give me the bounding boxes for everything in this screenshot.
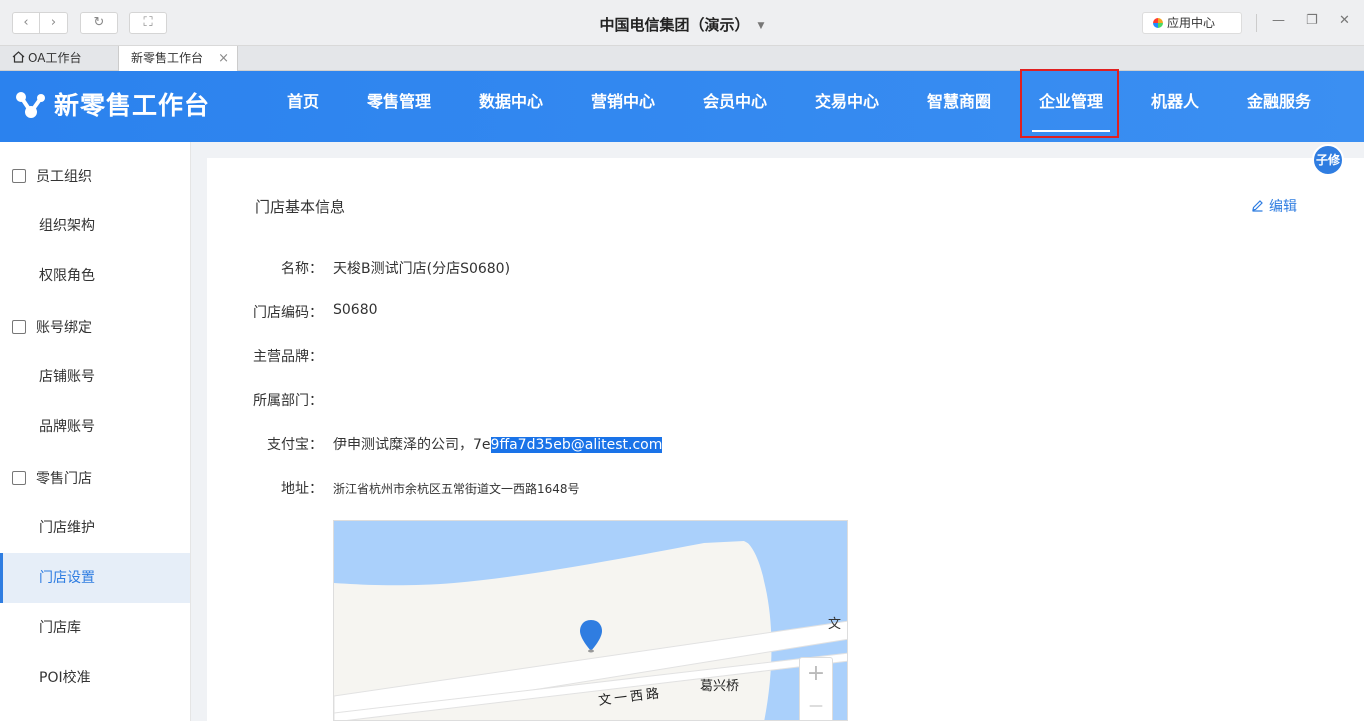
window-title-text: 中国电信集团（演示） <box>599 16 750 34</box>
map-canvas <box>334 521 847 720</box>
close-icon[interactable]: ✕ <box>1339 13 1350 28</box>
field-label-address: 地址： <box>281 481 323 497</box>
nav-marketing-center[interactable]: 营销中心 <box>584 71 662 142</box>
sidebar-item-poi-calibration[interactable]: POI校准 <box>0 653 190 703</box>
field-value-store-code: S0680 <box>333 302 378 318</box>
page-title: 门店基本信息 <box>255 198 346 216</box>
store-location-map[interactable]: 文一西路 葛兴桥 文 + — <box>333 520 848 721</box>
logo-icon <box>16 92 45 118</box>
tab-new-retail-workbench[interactable]: 新零售工作台 × <box>118 46 238 71</box>
nav-smart-business-district[interactable]: 智慧商圈 <box>920 71 998 142</box>
field-value-name: 天梭B测试门店(分店S0680) <box>333 261 511 277</box>
map-zoom-control[interactable]: + — <box>799 657 833 720</box>
edit-label: 编辑 <box>1269 199 1297 215</box>
chevron-down-icon[interactable]: ▼ <box>758 21 765 31</box>
sidebar-group-account-binding[interactable]: 账号绑定 <box>12 317 92 337</box>
nav-trade-center[interactable]: 交易中心 <box>808 71 886 142</box>
restore-icon[interactable]: ❐ <box>1306 13 1318 28</box>
title-bar: ‹ › ↻ ⛶ 中国电信集团（演示） ▼ 应用中心 — ❐ ✕ <box>0 0 1364 46</box>
annotation-box-nav <box>1020 69 1119 138</box>
field-label-store-code: 门店编码： <box>253 305 323 321</box>
sidebar-group-label: 账号绑定 <box>36 320 92 336</box>
avatar[interactable]: 子修 <box>1312 144 1344 176</box>
nav-data-center[interactable]: 数据中心 <box>472 71 550 142</box>
alipay-value-text: 伊申测试糜泽的公司，7e <box>333 437 491 453</box>
sidebar-item-shop-accounts[interactable]: 店铺账号 <box>0 352 190 402</box>
field-label-alipay: 支付宝： <box>267 437 323 453</box>
main-content: 门店基本信息 编辑 名称： 天梭B测试门店(分店S0680) 门店编码： S06… <box>207 158 1364 721</box>
field-value-alipay: 伊申测试糜泽的公司，7e9ffa7d35eb@alitest.com <box>333 434 663 454</box>
app-center-button[interactable]: 应用中心 <box>1142 12 1242 34</box>
sidebar-item-store-library[interactable]: 门店库 <box>0 603 190 653</box>
home-icon <box>12 51 25 63</box>
sidebar: 员工组织 组织架构 权限角色 账号绑定 店铺账号 品牌账号 零售门店 门店维护 … <box>0 142 191 721</box>
alipay-value-selected: 9ffa7d35eb@alitest.com <box>490 437 663 453</box>
sidebar-item-brand-accounts[interactable]: 品牌账号 <box>0 402 190 452</box>
tab-bar: OA工作台 新零售工作台 × <box>0 46 1364 71</box>
sidebar-group-label: 零售门店 <box>36 471 92 487</box>
account-icon <box>12 320 26 334</box>
map-place-label: 葛兴桥 <box>700 679 740 694</box>
minimize-icon[interactable]: — <box>1272 13 1285 28</box>
field-label-name: 名称： <box>281 261 323 277</box>
field-value-address: 浙江省杭州市余杭区五常街道文一西路1648号 <box>333 482 580 496</box>
map-edge-label: 文 <box>828 617 842 632</box>
sidebar-item-permission-roles[interactable]: 权限角色 <box>0 251 190 301</box>
tab-label: 新零售工作台 <box>131 51 204 65</box>
tab-oa-workbench[interactable]: OA工作台 <box>0 46 118 71</box>
org-icon <box>12 169 26 183</box>
logo-text: 新零售工作台 <box>54 91 211 120</box>
sidebar-item-org-structure[interactable]: 组织架构 <box>0 201 190 251</box>
tab-label: OA工作台 <box>28 51 82 65</box>
sidebar-item-store-maintenance[interactable]: 门店维护 <box>0 503 190 553</box>
edit-button[interactable]: 编辑 <box>1251 196 1297 216</box>
app-center-icon <box>1153 18 1163 28</box>
nav-member-center[interactable]: 会员中心 <box>696 71 774 142</box>
nav-financial-services[interactable]: 金融服务 <box>1240 71 1318 142</box>
store-icon <box>12 471 26 485</box>
sidebar-group-staff-org[interactable]: 员工组织 <box>12 166 92 186</box>
field-label-main-brand: 主营品牌： <box>253 349 323 365</box>
close-icon[interactable]: × <box>218 46 229 71</box>
zoom-out-icon[interactable]: — <box>800 690 832 720</box>
nav-retail-management[interactable]: 零售管理 <box>360 71 438 142</box>
nav-robot[interactable]: 机器人 <box>1144 71 1206 142</box>
sidebar-group-retail-stores[interactable]: 零售门店 <box>12 468 92 488</box>
divider <box>1256 14 1257 32</box>
logo[interactable]: 新零售工作台 <box>14 88 210 124</box>
top-header: 新零售工作台 首页 零售管理 数据中心 营销中心 会员中心 交易中心 智慧商圈 … <box>0 71 1364 142</box>
app-center-label: 应用中心 <box>1167 16 1216 30</box>
zoom-in-icon[interactable]: + <box>800 658 832 690</box>
field-label-department: 所属部门： <box>253 393 323 409</box>
nav-home[interactable]: 首页 <box>272 71 334 142</box>
sidebar-group-label: 员工组织 <box>36 169 92 185</box>
pencil-icon <box>1252 200 1263 212</box>
sidebar-item-store-settings[interactable]: 门店设置 <box>0 553 190 603</box>
